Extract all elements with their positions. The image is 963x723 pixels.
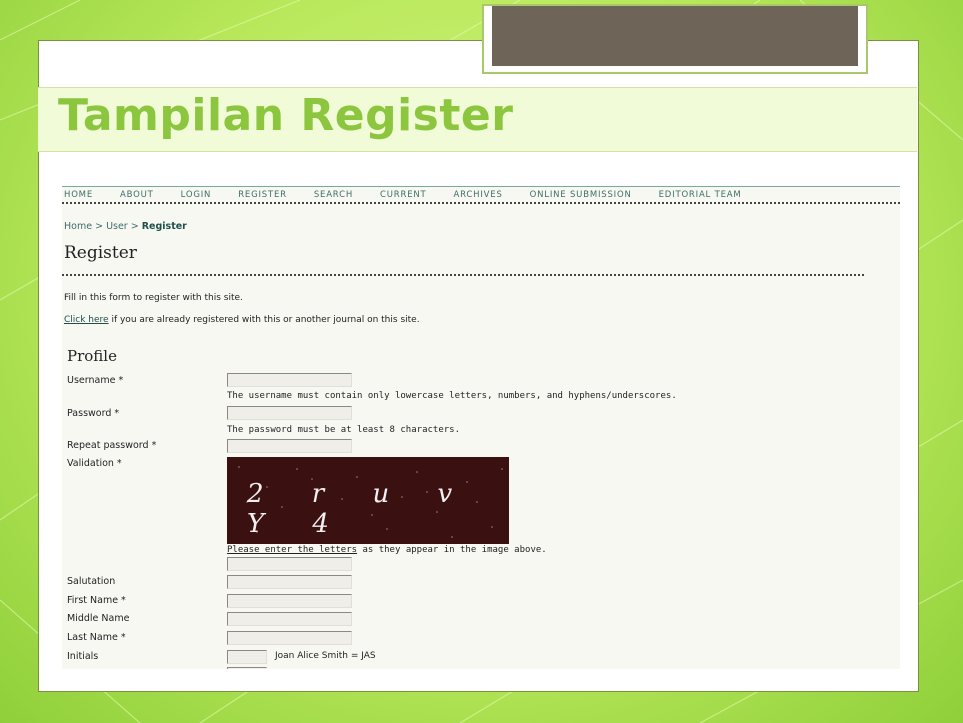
captcha-input[interactable] <box>227 557 352 571</box>
repeat-password-label: Repeat password * <box>67 440 157 451</box>
nav-home[interactable]: HOME <box>64 187 93 202</box>
first-name-input[interactable] <box>227 594 352 608</box>
nav-current[interactable]: CURRENT <box>380 187 427 202</box>
profile-heading: Profile <box>67 347 117 365</box>
last-name-label: Last Name * <box>67 632 126 643</box>
password-input[interactable] <box>227 406 352 420</box>
next-input-partial[interactable] <box>227 667 267 669</box>
initials-note: Joan Alice Smith = JAS <box>275 651 376 661</box>
breadcrumb-separator: > <box>92 221 107 232</box>
captcha-note: Please enter the letters as they appear … <box>227 545 547 555</box>
captcha-note-text: as they appear in the image above. <box>357 545 547 555</box>
password-label: Password * <box>67 408 120 419</box>
breadcrumb-user[interactable]: User <box>106 221 128 232</box>
salutation-label: Salutation <box>67 576 116 587</box>
captcha-image: 2 r u v Y 4 <box>227 457 509 544</box>
nav-online-submission[interactable]: ONLINE SUBMISSION <box>530 187 632 202</box>
breadcrumb: Home > User > Register <box>64 221 187 232</box>
page-title: Register <box>64 243 137 263</box>
slide-title: Tampilan Register <box>58 90 514 141</box>
slide-top-image <box>492 6 858 66</box>
nav-register[interactable]: REGISTER <box>238 187 287 202</box>
nav-editorial-team[interactable]: EDITORIAL TEAM <box>659 187 742 202</box>
last-name-input[interactable] <box>227 631 352 645</box>
breadcrumb-current: Register <box>141 221 187 232</box>
login-hint: Click here if you are already registered… <box>64 315 420 325</box>
middle-name-label: Middle Name <box>67 613 130 624</box>
initials-input[interactable] <box>227 650 267 664</box>
nav-search[interactable]: SEARCH <box>314 187 353 202</box>
username-note: The username must contain only lowercase… <box>227 391 677 401</box>
captcha-text: 2 r u v Y 4 <box>247 479 473 539</box>
breadcrumb-separator: > <box>127 221 142 232</box>
username-input[interactable] <box>227 373 352 387</box>
validation-label: Validation * <box>67 458 122 469</box>
nav-about[interactable]: ABOUT <box>120 187 154 202</box>
login-hint-text: if you are already registered with this … <box>108 315 420 325</box>
nav-archives[interactable]: ARCHIVES <box>454 187 503 202</box>
repeat-password-input[interactable] <box>227 439 352 453</box>
intro-text: Fill in this form to register with this … <box>64 293 243 303</box>
first-name-label: First Name * <box>67 595 126 606</box>
nav-login[interactable]: LOGIN <box>181 187 212 202</box>
salutation-input[interactable] <box>227 575 352 589</box>
top-navigation: HOME ABOUT LOGIN REGISTER SEARCH CURRENT… <box>62 186 900 204</box>
captcha-note-link[interactable]: Please enter the letters <box>227 545 357 555</box>
password-note: The password must be at least 8 characte… <box>227 425 460 435</box>
click-here-link[interactable]: Click here <box>64 315 109 325</box>
heading-divider <box>62 274 864 276</box>
middle-name-input[interactable] <box>227 612 352 626</box>
web-screenshot: HOME ABOUT LOGIN REGISTER SEARCH CURRENT… <box>62 186 900 669</box>
username-label: Username * <box>67 375 124 386</box>
slide-top-image-frame <box>482 4 868 74</box>
initials-label: Initials <box>67 651 99 662</box>
breadcrumb-home[interactable]: Home <box>64 221 92 232</box>
